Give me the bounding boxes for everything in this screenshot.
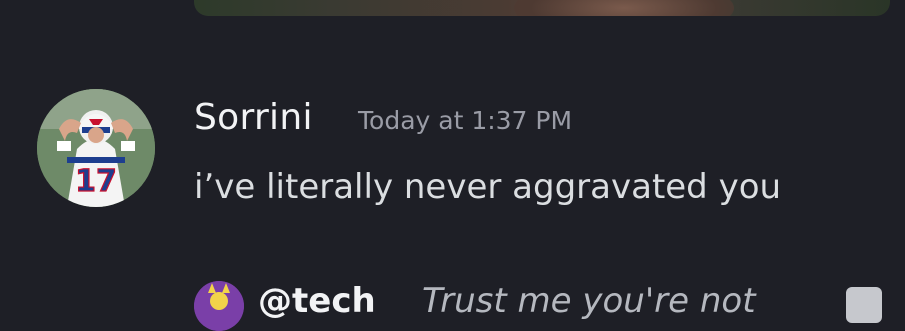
next-message-row: @tech Trust me you're not	[194, 279, 905, 331]
avatar-image: 17	[37, 89, 155, 207]
message-author[interactable]: Sorrini	[194, 92, 313, 144]
viking-mascot-icon[interactable]	[194, 281, 244, 331]
image-embed[interactable]	[194, 0, 890, 16]
file-icon[interactable]	[846, 287, 882, 323]
next-message-author[interactable]: @tech	[258, 279, 376, 323]
next-message-content: Trust me you're not	[422, 281, 756, 321]
jersey-number: 17	[75, 164, 117, 199]
message-content: i’ve literally never aggravated you	[194, 167, 782, 207]
embed-image-content	[514, 0, 734, 16]
message-timestamp[interactable]: Today at 1:37 PM	[358, 103, 572, 139]
avatar[interactable]: 17	[37, 89, 155, 207]
